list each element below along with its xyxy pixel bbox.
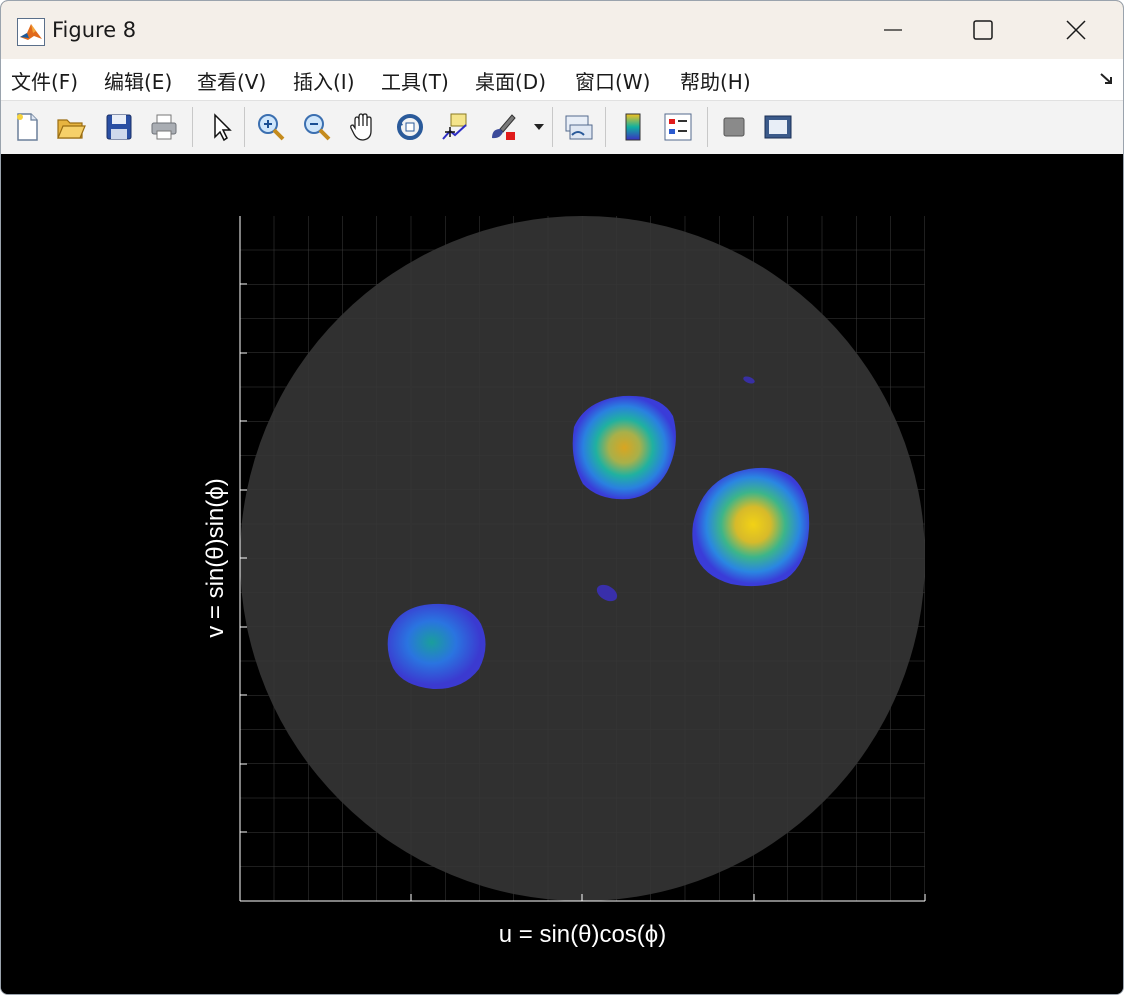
legend-icon <box>664 113 692 141</box>
figure-toolbar <box>1 100 1123 155</box>
menu-help[interactable]: 帮助(H) <box>680 66 751 95</box>
toolbar-separator <box>605 107 606 147</box>
menu-bar: 文件(F) 编辑(E) 查看(V) 插入(I) 工具(T) 桌面(D) 窗口(W… <box>1 59 1123 100</box>
close-button[interactable] <box>1046 1 1106 59</box>
pan-hand-icon <box>350 113 372 141</box>
open-file-button[interactable] <box>54 110 88 144</box>
menu-file[interactable]: 文件(F) <box>11 66 78 95</box>
brush-dropdown-button[interactable] <box>531 110 547 144</box>
window-title: Figure 8 <box>52 18 137 42</box>
minimize-icon <box>884 29 902 31</box>
colorbar-button[interactable] <box>616 110 650 144</box>
maximize-icon <box>973 20 993 40</box>
minimize-button[interactable] <box>863 1 923 59</box>
figure-canvas[interactable]: u = sin(θ)cos(ϕ) v = sin(θ)sin(ϕ) <box>1 154 1123 994</box>
title-bar[interactable]: Figure 8 <box>1 1 1123 59</box>
hotspot-lower-left <box>387 603 486 690</box>
select-pointer-icon <box>214 113 232 142</box>
print-button[interactable] <box>147 110 181 144</box>
legend-button[interactable] <box>661 110 695 144</box>
zoom-out-icon <box>304 114 331 141</box>
maximize-button[interactable] <box>953 1 1013 59</box>
toolbar-separator <box>244 107 245 147</box>
link-plot-icon <box>565 115 593 140</box>
dock-arrow-icon[interactable] <box>1099 71 1115 87</box>
matlab-icon <box>17 18 45 46</box>
x-axis-label: u = sin(θ)cos(ϕ) <box>499 921 666 948</box>
new-figure-icon <box>17 113 38 141</box>
link-plot-button[interactable] <box>561 110 595 144</box>
rotate-3d-button[interactable] <box>393 110 427 144</box>
menu-insert[interactable]: 插入(I) <box>293 66 355 95</box>
brush-icon <box>492 114 516 140</box>
brush-button[interactable] <box>485 110 519 144</box>
toolbar-separator <box>192 107 193 147</box>
menu-desktop[interactable]: 桌面(D) <box>475 66 546 95</box>
menu-window[interactable]: 窗口(W) <box>575 66 650 95</box>
data-cursor-icon <box>442 113 467 140</box>
new-figure-button[interactable] <box>10 110 44 144</box>
show-plot-tools-icon <box>764 115 792 139</box>
rotate-3d-icon <box>397 114 423 140</box>
data-cursor-button[interactable] <box>438 110 472 144</box>
zoom-in-button[interactable] <box>254 110 288 144</box>
hide-plot-tools-button[interactable] <box>717 110 751 144</box>
save-icon <box>106 114 132 140</box>
colorbar-icon <box>625 113 641 141</box>
toolbar-separator <box>552 107 553 147</box>
zoom-out-button[interactable] <box>300 110 334 144</box>
zoom-in-icon <box>258 114 285 141</box>
hide-plot-tools-icon <box>723 117 745 137</box>
print-icon <box>151 114 177 140</box>
figure-window: Figure 8 文件(F) 编辑(E) 查看(V) 插入(I) 工具(T) 桌… <box>0 0 1124 995</box>
open-file-icon <box>57 119 86 139</box>
select-pointer-button[interactable] <box>204 110 238 144</box>
show-plot-tools-button[interactable] <box>761 110 795 144</box>
y-axis-label: v = sin(θ)sin(ϕ) <box>202 478 229 637</box>
disk-grid <box>240 216 925 901</box>
toolbar-separator <box>707 107 708 147</box>
brush-dropdown-icon <box>534 124 544 130</box>
menu-view[interactable]: 查看(V) <box>197 66 266 95</box>
menu-edit[interactable]: 编辑(E) <box>104 66 172 95</box>
axes[interactable]: u = sin(θ)cos(ϕ) v = sin(θ)sin(ϕ) <box>1 154 1123 994</box>
close-icon <box>1066 20 1086 40</box>
save-button[interactable] <box>102 110 136 144</box>
menu-tools[interactable]: 工具(T) <box>381 66 449 95</box>
pan-button[interactable] <box>346 110 380 144</box>
